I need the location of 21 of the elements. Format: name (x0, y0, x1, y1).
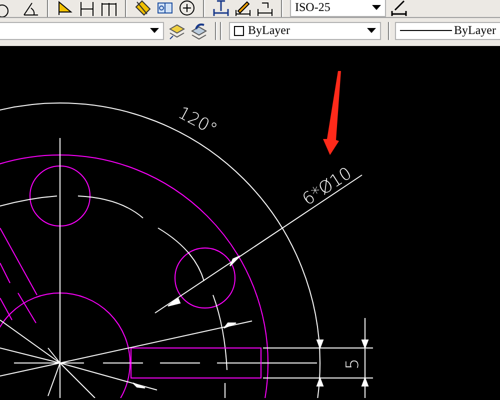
color-dropdown[interactable]: ByLayer (229, 22, 381, 40)
tolerance-icon[interactable] (156, 0, 174, 16)
linetype-dropdown[interactable]: ByLayer (395, 22, 500, 40)
linear-dimension-text: 5 (343, 358, 363, 370)
dimension-edit-icon[interactable] (212, 0, 230, 16)
dropdown-arrow-icon (367, 28, 376, 33)
quick-dimension-icon[interactable] (56, 0, 74, 16)
angular-dimension-icon[interactable] (22, 0, 40, 16)
layer-previous-icon[interactable] (190, 22, 208, 40)
dimension-text-edit-icon[interactable] (234, 0, 252, 16)
dimension-update-icon[interactable] (256, 0, 274, 16)
dimension-style-icon[interactable] (390, 0, 408, 16)
dimension-style-dropdown[interactable]: ISO-25 (290, 0, 386, 16)
dropdown-arrow-icon (372, 5, 381, 10)
baseline-dimension-icon[interactable] (78, 0, 96, 16)
center-mark-icon[interactable] (178, 0, 196, 16)
dropdown-arrow-icon (150, 28, 159, 33)
continue-dimension-icon[interactable] (100, 0, 118, 16)
angle-dimension-text: 120° (174, 103, 220, 140)
leader-icon[interactable] (134, 0, 152, 16)
layers-icon[interactable] (168, 22, 186, 40)
